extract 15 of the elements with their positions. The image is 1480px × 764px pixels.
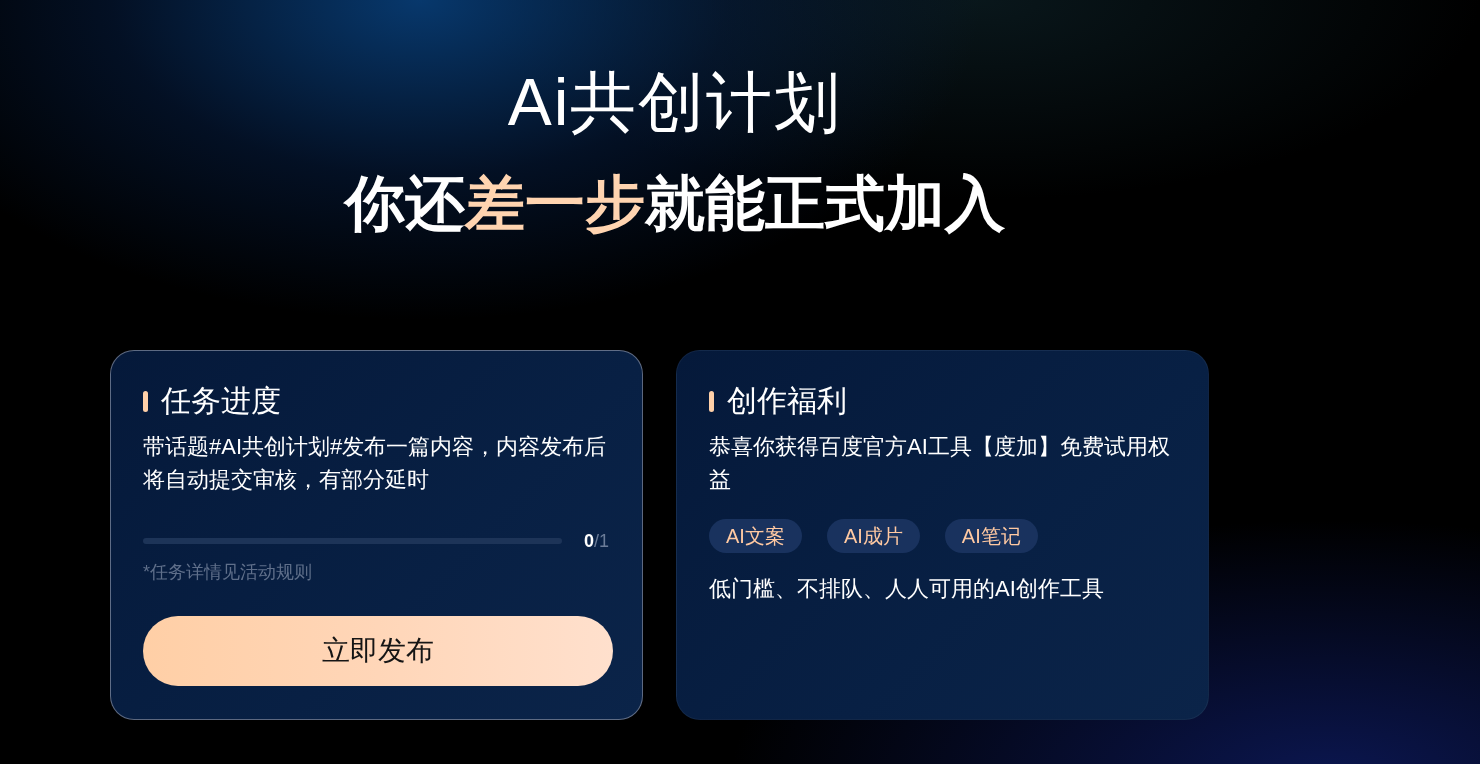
rules-note: *任务详情见活动规则 <box>143 561 313 584</box>
headline: 你还差一步就能正式加入 <box>345 169 1005 239</box>
tool-tag: AI文案 <box>709 519 802 553</box>
card-title: 创作福利 <box>727 383 847 419</box>
benefit-footer: 低门槛、不排队、人人可用的AI创作工具 <box>709 572 1176 605</box>
accent-bar-icon <box>143 390 148 412</box>
tool-tag: AI成片 <box>826 519 920 553</box>
publish-button[interactable]: 立即发布 <box>143 616 613 686</box>
card-description: 恭喜你获得百度官方AI工具【度加】免费试用权益 <box>709 433 1171 494</box>
card-description: 带话题#AI共创计划#发布一篇内容，内容发布后将自动提交审核，有部分延时 <box>143 433 608 494</box>
progress-count: 0/1 <box>584 530 610 553</box>
logo-title: Ai共创计划 <box>507 64 843 141</box>
tool-tag: AI笔记 <box>944 519 1038 553</box>
card-title: 任务进度 <box>161 383 281 419</box>
accent-bar-icon <box>709 390 714 412</box>
